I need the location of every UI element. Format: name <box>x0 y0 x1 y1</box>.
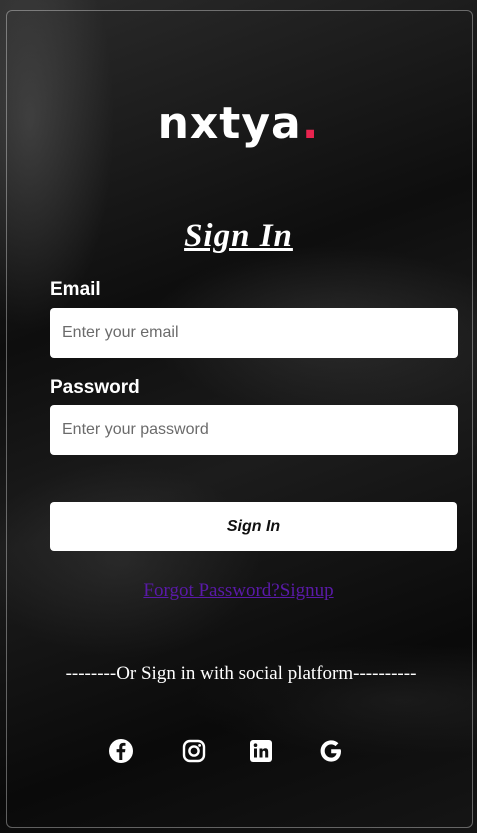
google-icon[interactable] <box>316 736 346 766</box>
linkedin-icon[interactable] <box>246 736 276 766</box>
brand-logo: nxtya. <box>0 98 477 149</box>
email-field[interactable] <box>50 308 458 358</box>
logo-text: nxty <box>157 98 271 149</box>
password-label: Password <box>50 377 140 398</box>
page-title: Sign In <box>184 218 293 254</box>
forgot-password-link[interactable]: Forgot Password? <box>143 580 279 601</box>
login-page: nxtya. Sign In Email Password Sign In Fo… <box>0 0 477 833</box>
logo-text-end: a <box>271 98 302 149</box>
sign-in-button[interactable]: Sign In <box>50 502 457 551</box>
facebook-icon[interactable] <box>106 736 136 766</box>
auth-links: Forgot Password?Signup <box>0 580 477 602</box>
signup-link[interactable]: Signup <box>280 580 334 601</box>
instagram-icon[interactable] <box>179 736 209 766</box>
logo-dot: . <box>301 98 320 149</box>
email-label: Email <box>50 279 101 300</box>
password-field[interactable] <box>50 405 458 455</box>
social-divider-text: --------Or Sign in with social platform-… <box>65 663 417 684</box>
